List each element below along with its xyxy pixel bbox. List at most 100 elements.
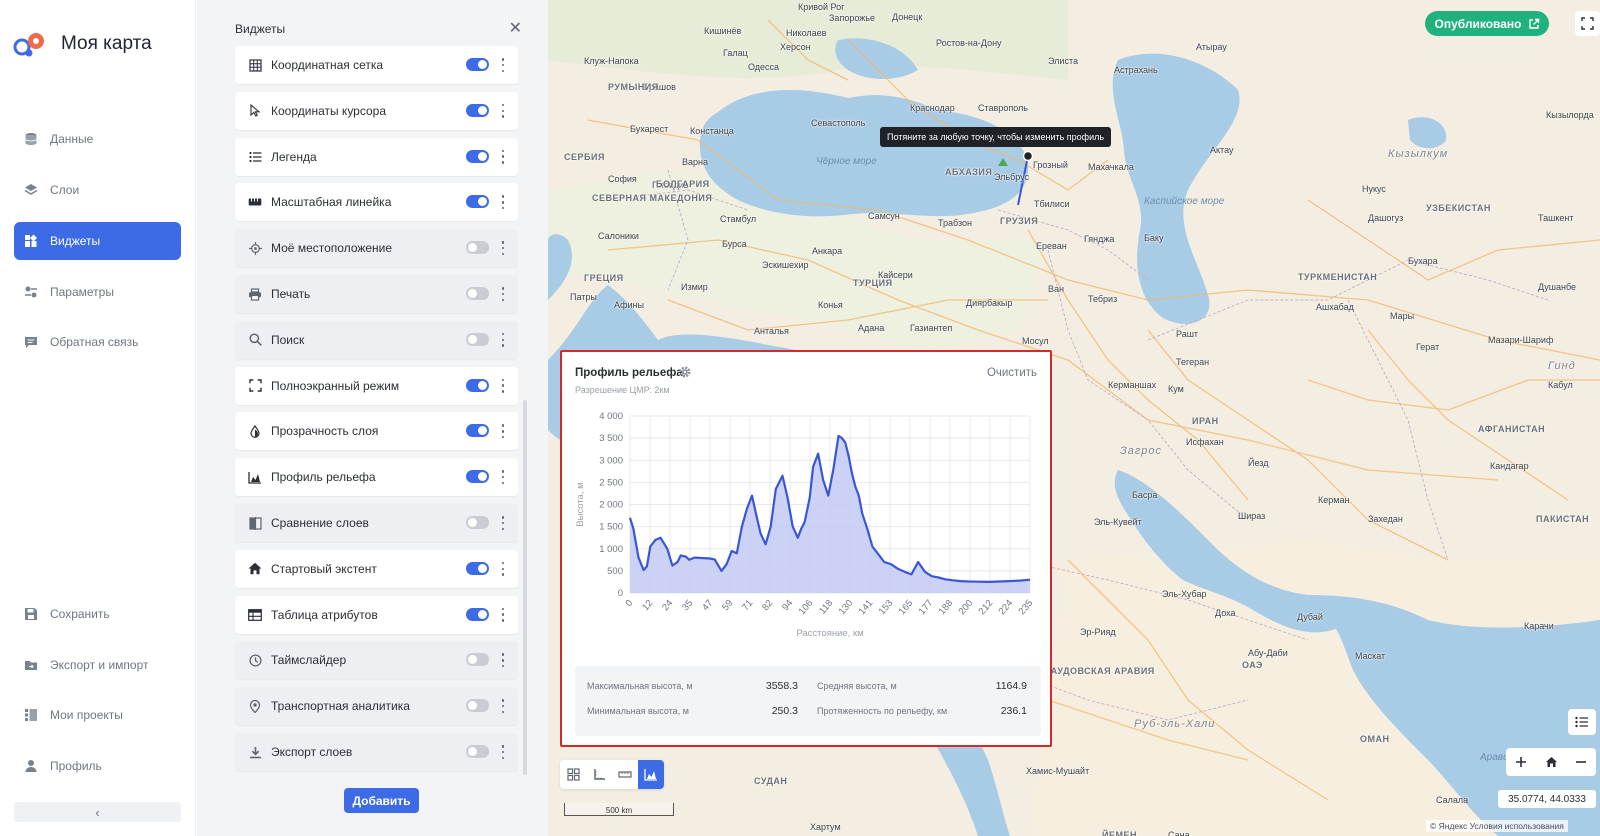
nav-item-feedback[interactable]: Обратная связь [14,323,181,361]
nav-item-projects[interactable]: Мои проекты [14,696,181,734]
elevation-profile-tool-button[interactable] [638,760,664,789]
more-vertical-icon[interactable] [500,697,506,715]
more-vertical-icon[interactable] [500,285,506,303]
nav-item-export-import[interactable]: Экспорт и импорт [14,646,181,684]
widget-row[interactable]: Поиск [235,320,518,359]
widget-toggle[interactable] [466,745,489,758]
y-tick-label: 3 000 [599,455,623,466]
more-vertical-icon[interactable] [500,651,506,669]
map-label-city: Кривой Рог [798,2,845,12]
map-attribution[interactable]: © Яндекс Условия использования [1426,820,1568,832]
measure-angle-tool-button[interactable] [586,760,612,789]
clear-profile-button[interactable]: Очистить [987,367,1037,379]
nav-item-data[interactable]: Данные [14,120,181,158]
more-vertical-icon[interactable] [500,239,506,257]
y-axis-label: Высота, м [575,482,586,526]
zoom-in-button[interactable] [1508,750,1534,774]
map-label-country: ЙЕМЕН [1102,830,1137,836]
map-view[interactable]: Запорожье Донецк Ростов-на-Дону Херсон Кишин… [548,0,1600,836]
widget-row[interactable]: Печать [235,275,518,313]
map-label-country: СУДАН [754,776,788,786]
widget-toggle[interactable] [466,332,489,346]
more-vertical-icon[interactable] [500,102,506,120]
widget-row[interactable]: Профиль рельефа [235,458,518,497]
more-vertical-icon[interactable] [500,422,506,440]
more-vertical-icon[interactable] [500,560,506,578]
more-vertical-icon[interactable] [500,331,506,349]
nav-item-save[interactable]: Сохранить [14,595,181,633]
x-tick-label: 212 [977,598,996,617]
nav-item-settings[interactable]: Параметры [14,273,181,311]
widget-row[interactable]: Стартовый экстент [235,549,518,588]
map-label-city: Дубай [1297,612,1323,622]
widget-toggle[interactable] [466,378,489,392]
panel-scrollbar[interactable] [523,400,527,775]
more-vertical-icon[interactable] [500,606,506,624]
more-vertical-icon[interactable] [500,743,506,761]
map-label-city: София [608,174,637,184]
widget-toggle[interactable] [466,287,489,300]
widget-row[interactable]: Масштабная линейка [235,183,518,222]
gear-icon[interactable] [678,365,692,379]
widget-toggle[interactable] [466,195,489,209]
more-vertical-icon[interactable] [500,193,506,211]
grid-tool-button[interactable] [560,760,586,789]
more-vertical-icon[interactable] [500,56,506,74]
widget-row[interactable]: Экспорт слоев [235,733,518,771]
widget-row[interactable]: Моё местоположение [235,229,518,268]
nav-item-widgets[interactable]: Виджеты [14,222,181,260]
published-button[interactable]: Опубликовано [1425,11,1549,36]
map-label-city: Бухарест [630,124,669,134]
widget-toggle[interactable] [466,699,489,713]
widget-row[interactable]: Транспортная аналитика [235,687,518,726]
widget-row[interactable]: Прозрачность слоя [235,412,518,451]
widget-toggle[interactable] [466,561,489,575]
x-tick-label: 106 [797,598,816,617]
measure-distance-tool-button[interactable] [612,760,638,789]
widget-toggle[interactable] [466,103,489,117]
widget-toggle[interactable] [466,149,489,163]
home-extent-button[interactable] [1538,750,1564,774]
brand[interactable]: Моя карта [13,28,152,60]
widget-row[interactable]: Таблица атрибутов [235,595,518,634]
compare-icon [247,515,263,531]
zoom-out-button[interactable] [1568,750,1594,774]
widget-toggle[interactable] [466,653,489,667]
more-vertical-icon[interactable] [500,514,506,532]
widget-row[interactable]: Координаты курсора [235,91,518,130]
map-label-city: Николаев [786,28,827,38]
close-icon[interactable]: ✕ [509,18,522,38]
more-vertical-icon[interactable] [500,148,506,166]
chevron-left-icon: ‹ [95,804,100,820]
nav-item-profile[interactable]: Профиль [14,747,181,785]
collapse-nav-button[interactable]: ‹ [14,802,181,822]
add-widget-button[interactable]: Добавить [344,788,419,813]
map-label-city: Эскишехир [762,260,809,270]
map-label-country: ОАЭ [1242,660,1263,670]
widget-label: Таймслайдер [271,653,347,668]
search-icon [247,332,263,348]
fullscreen-button[interactable] [1575,11,1600,36]
legend-button[interactable] [1568,709,1596,735]
more-vertical-icon[interactable] [500,377,506,395]
profile-stats: Максимальная высота, м 3558.3 Средняя вы… [575,666,1041,736]
more-vertical-icon[interactable] [500,468,506,486]
widget-row[interactable]: Сравнение слоев [235,504,518,542]
widget-toggle[interactable] [466,516,489,529]
widget-toggle[interactable] [466,241,489,255]
map-label-city: Ставрополь [978,103,1028,113]
widget-toggle[interactable] [466,470,489,484]
widget-row[interactable]: Полноэкранный режим [235,366,518,405]
widget-toggle[interactable] [466,58,489,71]
widget-row[interactable]: Легенда [235,137,518,176]
map-label-country: БОЛГАРИЯ [656,179,710,189]
widget-row[interactable]: Координатная сетка [235,46,518,84]
nav-item-layers[interactable]: Слои [14,171,181,209]
avg-height-value: 1164.9 [995,680,1027,692]
widget-toggle[interactable] [466,424,489,438]
elevation-chart: 0 500 1 000 1 500 2 000 2 500 3 000 3 500 4 000 0… [575,411,1035,639]
widget-toggle[interactable] [466,607,489,621]
widget-row[interactable]: Таймслайдер [235,641,518,680]
map-label-city: Нукус [1362,184,1386,194]
max-height-value: 3558.3 [765,680,798,692]
